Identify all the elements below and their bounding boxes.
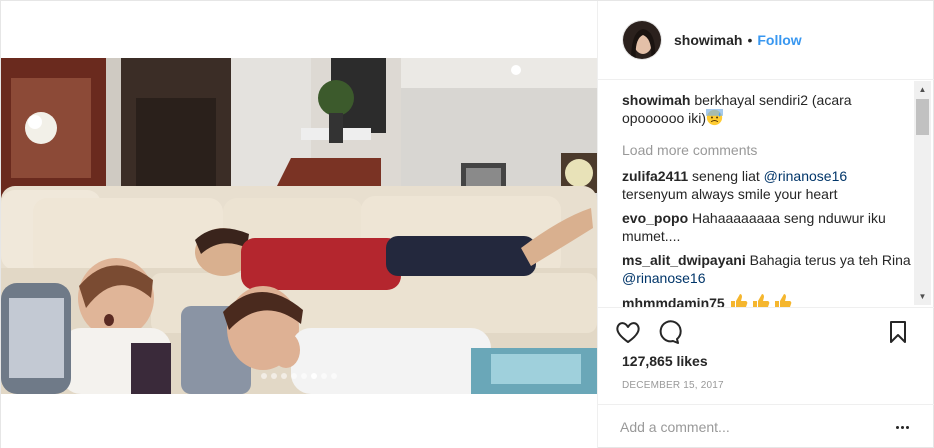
avatar[interactable]	[622, 20, 662, 60]
comment-mention[interactable]: @rinanose16	[622, 270, 706, 286]
carousel-dot[interactable]	[261, 373, 267, 379]
living-room-photo	[1, 58, 597, 394]
comments-list: showimah berkhayal sendiri2 (acara opooo…	[622, 91, 912, 307]
carousel-dot[interactable]	[321, 373, 327, 379]
add-comment-input[interactable]	[620, 417, 870, 437]
comment-username[interactable]: zulifa2411	[622, 168, 688, 184]
comment-item: ms_alit_dwipayani Bahagia terus ya teh R…	[622, 251, 912, 287]
avatar-image	[623, 21, 661, 59]
thumbs-up-icon	[729, 293, 795, 307]
carousel-dot[interactable]	[331, 373, 337, 379]
follow-button[interactable]: Follow	[757, 32, 801, 48]
comment-text: seneng liat	[692, 168, 764, 184]
header-separator: •	[747, 32, 753, 48]
comment-username[interactable]: evo_popo	[622, 210, 688, 226]
more-options-icon[interactable]	[890, 417, 914, 437]
load-more-comments-button[interactable]: Load more comments	[622, 141, 912, 159]
carousel-dot[interactable]	[311, 373, 317, 379]
save-bookmark-icon[interactable]	[884, 318, 912, 346]
comment-text: Bahagia terus ya teh Rina	[749, 252, 911, 268]
scroll-up-arrow-icon[interactable]: ▲	[914, 81, 931, 98]
scrollbar-thumb[interactable]	[916, 99, 929, 135]
comments-scrollbar[interactable]: ▲ ▼	[914, 81, 931, 305]
comment-item: mhmmdamin75	[622, 293, 912, 307]
comment-item: evo_popo Hahaaaaaaaa seng nduwur iku mum…	[622, 209, 912, 245]
carousel-dot[interactable]	[271, 373, 277, 379]
comment-username[interactable]: mhmmdamin75	[622, 295, 725, 307]
carousel-dot[interactable]	[301, 373, 307, 379]
post-header: showimah • Follow	[598, 1, 934, 80]
comment-username[interactable]: ms_alit_dwipayani	[622, 252, 746, 268]
post-side-panel: showimah • Follow showimah berkhayal sen…	[597, 1, 934, 448]
header-username[interactable]: showimah	[674, 32, 742, 48]
instagram-post: showimah • Follow showimah berkhayal sen…	[0, 0, 934, 448]
likes-count[interactable]: 127,865 likes	[622, 353, 708, 369]
carousel-dot[interactable]	[291, 373, 297, 379]
post-actions: 127,865 likes DECEMBER 15, 2017	[598, 307, 934, 448]
post-media	[1, 1, 597, 448]
sweat-face-icon	[706, 109, 724, 126]
comment-item: zulifa2411 seneng liat @rinanose16 terse…	[622, 167, 912, 203]
caption-username[interactable]: showimah	[622, 92, 690, 108]
carousel-dots	[1, 373, 597, 379]
add-comment-section	[598, 404, 934, 448]
carousel-dot[interactable]	[281, 373, 287, 379]
comment-bubble-icon[interactable]	[654, 318, 682, 346]
scroll-down-arrow-icon[interactable]: ▼	[914, 288, 931, 305]
post-date[interactable]: DECEMBER 15, 2017	[622, 380, 724, 391]
caption: showimah berkhayal sendiri2 (acara opooo…	[622, 91, 912, 127]
like-heart-icon[interactable]	[614, 318, 642, 346]
comment-mention[interactable]: @rinanose16	[764, 168, 848, 184]
action-icons-row	[614, 318, 912, 346]
post-photo[interactable]	[1, 58, 597, 394]
comment-text-continued: tersenyum always smile your heart	[622, 186, 838, 202]
